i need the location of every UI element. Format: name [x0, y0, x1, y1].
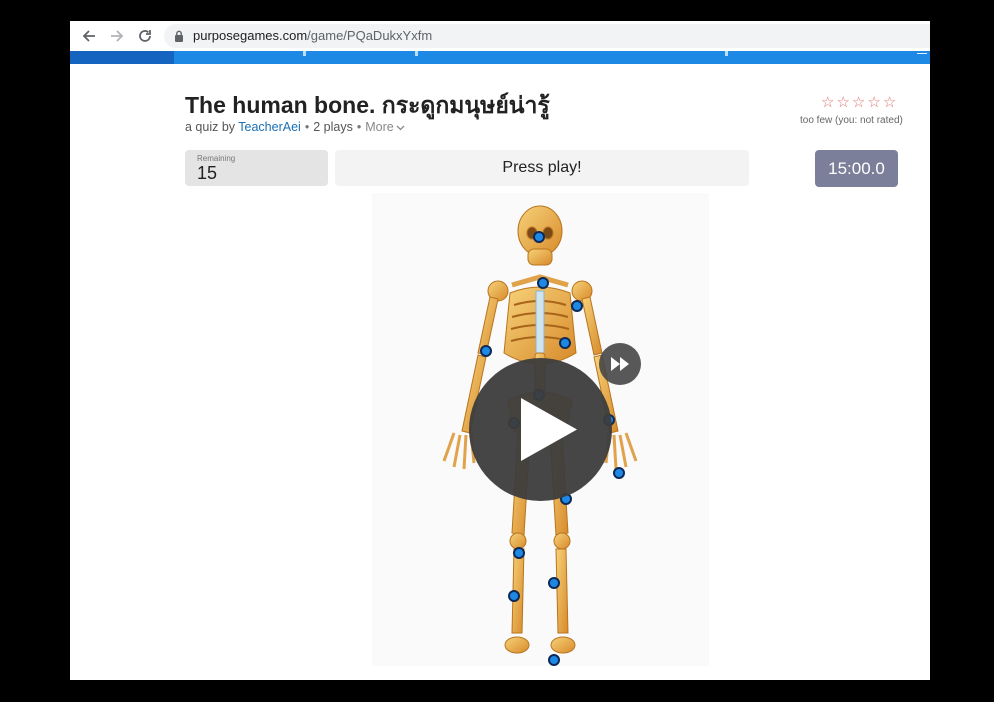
more-label: More [365, 120, 394, 134]
url-path: /game/PQaDukxYxfm [307, 28, 433, 43]
address-bar[interactable]: purposegames.com/game/PQaDukxYxfm [164, 24, 930, 48]
location-pin-icon[interactable] [571, 300, 583, 312]
rating-note: too few (you: not rated) [800, 115, 903, 126]
menu-icon[interactable] [917, 53, 927, 54]
separator-dot: • [356, 120, 362, 134]
star-icon[interactable]: ☆ [852, 95, 865, 110]
url-text: purposegames.com/game/PQaDukxYxfm [193, 28, 432, 43]
skip-button[interactable] [599, 343, 641, 385]
remaining-value: 15 [197, 163, 218, 183]
nav-item-edge [725, 51, 728, 56]
reload-icon [139, 30, 151, 42]
play-button[interactable] [469, 358, 612, 501]
chevron-down-icon [396, 125, 405, 131]
star-icon[interactable]: ☆ [883, 95, 896, 110]
location-pin-icon[interactable] [613, 467, 625, 479]
back-arrow-icon [82, 30, 95, 42]
forward-arrow-icon [111, 30, 124, 42]
remaining-counter: Remaining 15 [185, 150, 328, 186]
play-count: 2 plays [313, 120, 353, 134]
remaining-label: Remaining [197, 154, 236, 163]
more-dropdown[interactable]: More [365, 120, 405, 134]
location-pin-icon[interactable] [513, 547, 525, 559]
star-icon[interactable]: ☆ [821, 95, 834, 110]
fast-forward-icon [611, 357, 629, 371]
site-navigation-bar [70, 51, 930, 64]
quiz-byline: a quiz by TeacherAei • 2 plays • More [185, 120, 405, 134]
browser-toolbar: purposegames.com/game/PQaDukxYxfm [70, 21, 930, 51]
game-timer: 15:00.0 [815, 150, 898, 187]
url-host: purposegames.com [193, 28, 308, 43]
location-pin-icon[interactable] [480, 345, 492, 357]
location-pin-icon[interactable] [548, 577, 560, 589]
press-play-banner[interactable]: Press play! [335, 150, 749, 186]
star-icon[interactable]: ☆ [867, 95, 880, 110]
reload-button[interactable] [135, 26, 155, 46]
back-button[interactable] [79, 26, 99, 46]
rating-stars[interactable]: ☆ ☆ ☆ ☆ ☆ [821, 95, 896, 110]
nav-item-edge [415, 51, 418, 56]
location-pin-icon[interactable] [537, 277, 549, 289]
nav-item-edge [303, 51, 306, 56]
star-icon[interactable]: ☆ [836, 95, 849, 110]
location-pin-icon[interactable] [508, 590, 520, 602]
play-icon [521, 398, 577, 461]
quiz-title: The human bone. กระดูกมนุษย์น่ารู้ [185, 92, 550, 118]
separator-dot: • [304, 120, 310, 134]
browser-window: purposegames.com/game/PQaDukxYxfm The hu… [70, 21, 930, 680]
lock-icon [175, 30, 183, 42]
site-logo-area[interactable] [70, 51, 174, 64]
location-pin-icon[interactable] [533, 231, 545, 243]
location-pin-icon[interactable] [559, 337, 571, 349]
forward-button[interactable] [107, 26, 127, 46]
byline-prefix: a quiz by [185, 120, 236, 134]
author-link[interactable]: TeacherAei [238, 120, 301, 134]
location-pin-icon[interactable] [548, 654, 560, 666]
